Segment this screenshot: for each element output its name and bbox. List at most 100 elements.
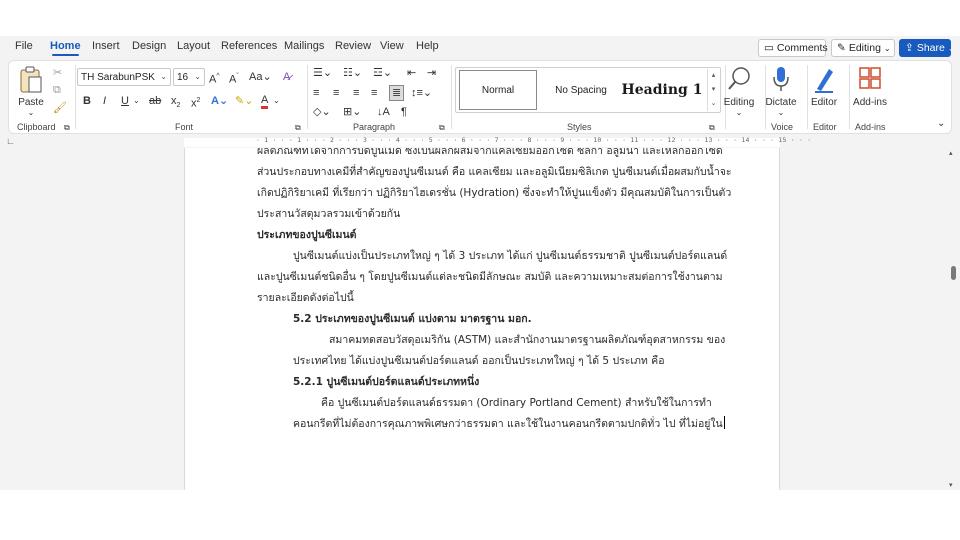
font-size-select[interactable]: 16 ⌄ bbox=[173, 68, 205, 86]
change-case-icon[interactable]: Aa⌄ bbox=[249, 70, 272, 84]
ribbon: Paste ⌄ ✂ ⧉ 🖌 Clipboard ⧉ TH SarabunPSK … bbox=[8, 60, 952, 134]
superscript-icon[interactable]: x2 bbox=[191, 94, 200, 111]
dictate-button[interactable]: Dictate ⌄ bbox=[757, 65, 805, 119]
line-spacing-icon[interactable]: ↕≡⌄ bbox=[411, 86, 432, 100]
document-page[interactable]: ผลิตภัณฑ์ที่ได้จากการบดปูนเม็ด ซึ่งเป็นผ… bbox=[184, 148, 780, 490]
styles-gallery: Normal No Spacing Heading 1 ▴ ▾ ⌄ bbox=[455, 67, 721, 113]
style-no-spacing[interactable]: No Spacing bbox=[542, 70, 620, 110]
doc-line: ประเทศไทย ได้แบ่งปูนซีเมนต์ปอร์ตแลนด์ ออ… bbox=[293, 355, 665, 367]
comments-button[interactable]: ▭ Comments bbox=[758, 39, 828, 57]
microphone-icon bbox=[773, 67, 789, 91]
align-left-icon[interactable]: ≡ bbox=[313, 86, 319, 100]
chevron-down-icon[interactable]: ⌄ bbox=[133, 94, 140, 108]
tab-file[interactable]: File bbox=[15, 40, 33, 52]
borders-icon[interactable]: ⊞⌄ bbox=[343, 105, 361, 119]
addins-group-label: Add-ins bbox=[855, 122, 886, 132]
decrease-indent-icon[interactable]: ⇤ bbox=[407, 66, 416, 80]
copy-icon[interactable]: ⧉ bbox=[53, 83, 61, 97]
share-button[interactable]: ⇪ Share ⌄ bbox=[899, 39, 955, 57]
style-normal[interactable]: Normal bbox=[459, 70, 537, 110]
tab-design[interactable]: Design bbox=[132, 40, 166, 52]
text-cursor bbox=[723, 416, 725, 429]
addins-button[interactable]: Add-ins bbox=[845, 65, 895, 119]
editor-pen-icon bbox=[815, 69, 833, 93]
align-right-icon[interactable]: ≡ bbox=[353, 86, 359, 100]
font-family-select[interactable]: TH SarabunPSK ⌄ bbox=[77, 68, 171, 86]
thai-distributed-icon[interactable]: ≣ bbox=[389, 85, 405, 101]
tab-references[interactable]: References bbox=[221, 40, 277, 52]
tab-review[interactable]: Review bbox=[335, 40, 371, 52]
chevron-down-icon: ⌄ bbox=[27, 108, 35, 117]
editor-button[interactable]: Editor bbox=[801, 65, 847, 119]
scroll-thumb[interactable] bbox=[951, 266, 956, 280]
grow-font-icon[interactable]: A^ bbox=[209, 70, 220, 87]
group-separator bbox=[451, 65, 452, 129]
scroll-up-icon[interactable]: ▴ bbox=[949, 149, 953, 157]
editor-group-label: Editor bbox=[813, 122, 837, 132]
editing-mode-button[interactable]: ✎ Editing ⌄ bbox=[831, 39, 895, 57]
tab-insert[interactable]: Insert bbox=[92, 40, 120, 52]
chevron-down-icon: ⌄ bbox=[160, 72, 167, 81]
text-effects-icon[interactable]: A⌄ bbox=[211, 94, 228, 108]
editing-button[interactable]: Editing ⌄ bbox=[715, 65, 763, 119]
doc-line: ประสานวัสดุมวลรวมเข้าด้วยกัน bbox=[257, 208, 401, 220]
subsection-heading: 5.2.1 ปูนซีเมนต์ปอร์ตแลนด์ประเภทหนึ่ง bbox=[293, 376, 480, 388]
clear-formatting-icon[interactable]: A̷ bbox=[283, 70, 290, 84]
subsection-heading: 5.2 ประเภทของปูนซีเมนต์ แบ่งตาม มาตรฐาน … bbox=[293, 313, 532, 325]
group-separator bbox=[307, 65, 308, 129]
bold-icon[interactable]: B bbox=[83, 94, 91, 108]
doc-line: สมาคมทดสอบวัสดุอเมริกัน (ASTM) และสำนักง… bbox=[329, 334, 726, 346]
cut-icon[interactable]: ✂ bbox=[53, 66, 62, 80]
doc-line: รายละเอียดดังต่อไปนี้ bbox=[257, 292, 354, 304]
multilevel-list-icon[interactable]: ☲⌄ bbox=[373, 66, 392, 80]
font-color-icon[interactable]: A bbox=[261, 94, 269, 109]
paragraph-group-label: Paragraph bbox=[353, 122, 396, 132]
underline-icon[interactable]: U bbox=[121, 94, 129, 108]
chevron-down-icon: ⌄ bbox=[735, 108, 743, 117]
addins-grid-icon bbox=[859, 67, 881, 89]
dialog-launcher-icon[interactable]: ⧉ bbox=[709, 121, 715, 135]
shrink-font-icon[interactable]: Aˇ bbox=[229, 70, 239, 87]
title-area bbox=[0, 0, 960, 36]
chevron-down-icon: ⌄ bbox=[194, 72, 201, 81]
chevron-down-icon: ⌄ bbox=[883, 43, 891, 53]
paste-button[interactable]: Paste ⌄ bbox=[11, 65, 51, 119]
highlight-icon[interactable]: ✎⌄ bbox=[235, 94, 253, 108]
menu-bar: File Home Insert Design Layout Reference… bbox=[0, 36, 960, 60]
format-painter-icon[interactable]: 🖌 bbox=[53, 101, 67, 115]
collapse-ribbon-icon[interactable]: ⌄ bbox=[937, 117, 945, 131]
clipboard-group-label: Clipboard bbox=[17, 122, 56, 132]
numbering-icon[interactable]: ☷⌄ bbox=[343, 66, 362, 80]
dialog-launcher-icon[interactable]: ⧉ bbox=[295, 121, 301, 135]
chevron-down-icon[interactable]: ⌄ bbox=[273, 94, 280, 108]
tab-view[interactable]: View bbox=[380, 40, 404, 52]
shading-icon[interactable]: ◇⌄ bbox=[313, 105, 331, 119]
sort-icon[interactable]: ↓A bbox=[377, 105, 390, 119]
vertical-scrollbar[interactable]: ▴ ▾ bbox=[946, 148, 960, 490]
status-area bbox=[0, 490, 960, 540]
doc-line: ผลิตภัณฑ์ที่ได้จากการบดปูนเม็ด ซึ่งเป็นผ… bbox=[257, 148, 723, 157]
tab-help[interactable]: Help bbox=[416, 40, 439, 52]
search-icon bbox=[728, 67, 750, 90]
dialog-launcher-icon[interactable]: ⧉ bbox=[439, 121, 445, 135]
strikethrough-icon[interactable]: ab bbox=[149, 94, 161, 108]
subscript-icon[interactable]: x2 bbox=[171, 94, 180, 113]
tab-selector-icon[interactable]: ∟ bbox=[6, 136, 15, 146]
chevron-down-icon: ⌄ bbox=[947, 43, 955, 53]
bullets-icon[interactable]: ☰⌄ bbox=[313, 66, 332, 80]
section-heading: ประเภทของปูนซีเมนต์ bbox=[257, 229, 357, 241]
justify-icon[interactable]: ≡ bbox=[371, 86, 377, 100]
doc-line: และปูนซีเมนต์ชนิดอื่น ๆ โดยปูนซีเมนต์แต่… bbox=[257, 271, 723, 283]
align-center-icon[interactable]: ≡ bbox=[333, 86, 339, 100]
increase-indent-icon[interactable]: ⇥ bbox=[427, 66, 436, 80]
scroll-down-icon[interactable]: ▾ bbox=[949, 481, 953, 489]
italic-icon[interactable]: I bbox=[103, 94, 106, 108]
comment-icon: ▭ bbox=[764, 42, 774, 54]
tab-mailings[interactable]: Mailings bbox=[284, 40, 324, 52]
dialog-launcher-icon[interactable]: ⧉ bbox=[64, 121, 70, 135]
styles-group-label: Styles bbox=[567, 122, 592, 132]
show-marks-icon[interactable]: ¶ bbox=[401, 105, 407, 119]
tab-home[interactable]: Home bbox=[50, 40, 81, 56]
style-heading-1[interactable]: Heading 1 bbox=[622, 70, 703, 110]
tab-layout[interactable]: Layout bbox=[177, 40, 210, 52]
